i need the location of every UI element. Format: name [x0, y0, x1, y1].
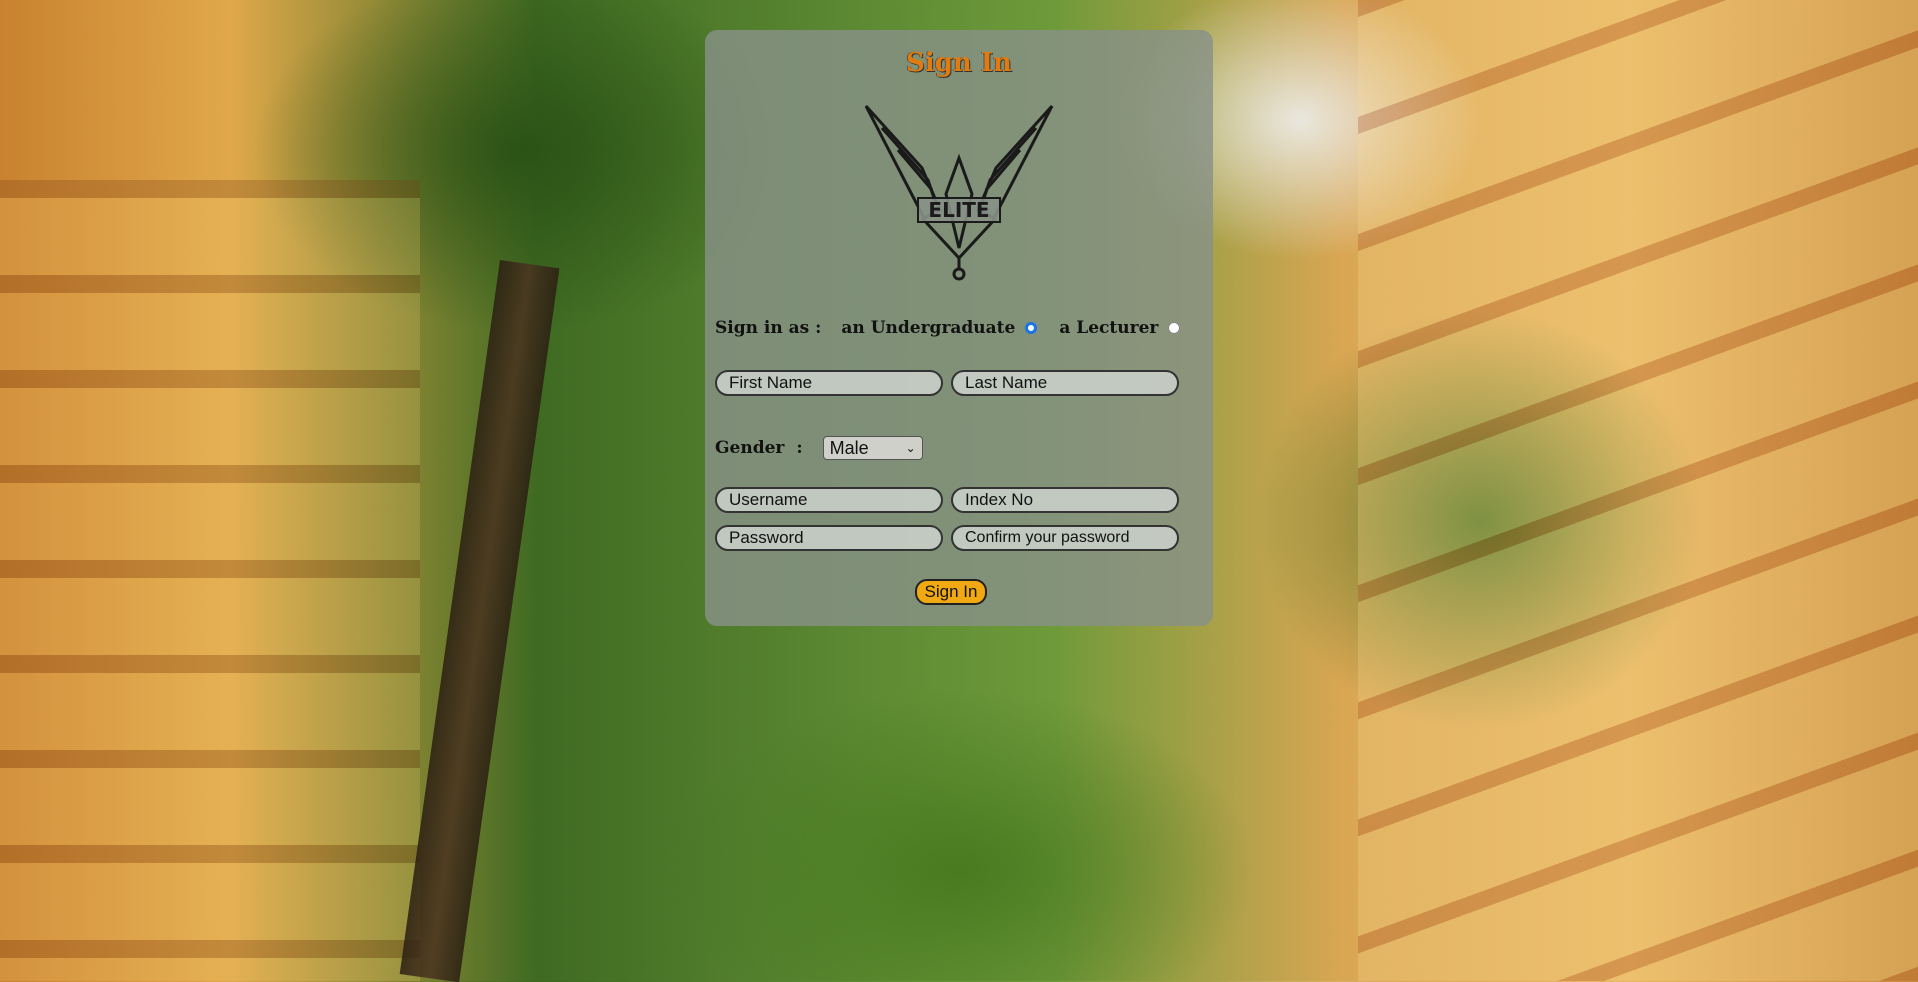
gender-colon: :	[796, 438, 803, 458]
last-name-input[interactable]: Last Name	[951, 370, 1179, 396]
role-option-undergraduate[interactable]: an Undergraduate	[841, 318, 1038, 338]
logo-text: ELITE	[928, 198, 989, 222]
sign-in-card: Sign In ELITE Sign in as : an Undergradu…	[705, 30, 1213, 626]
role-label-lecturer: a Lecturer	[1059, 318, 1159, 338]
gender-row: Gender : Male ⌄	[715, 436, 923, 460]
page-title: Sign In	[906, 48, 1012, 78]
confirm-password-input[interactable]: Confirm your password	[951, 525, 1179, 551]
role-option-lecturer[interactable]: a Lecturer	[1059, 318, 1181, 338]
sign-in-as-row: Sign in as : an Undergraduate a Lecturer	[715, 318, 1202, 338]
elite-logo: ELITE	[864, 104, 1054, 281]
role-label-undergraduate: an Undergraduate	[841, 318, 1016, 338]
index-no-input[interactable]: Index No	[951, 487, 1179, 513]
username-input[interactable]: Username	[715, 487, 943, 513]
gender-select[interactable]: Male ⌄	[822, 436, 923, 460]
first-name-input[interactable]: First Name	[715, 370, 943, 396]
radio-lecturer[interactable]	[1168, 322, 1181, 334]
gender-selected-value: Male	[829, 437, 869, 458]
chevron-down-icon: ⌄	[905, 441, 916, 455]
background-tree	[399, 260, 560, 982]
password-input[interactable]: Password	[715, 525, 943, 551]
background-building-left	[0, 180, 420, 981]
sign-in-button[interactable]: Sign In	[915, 579, 987, 605]
radio-undergraduate[interactable]	[1025, 322, 1038, 334]
sign-in-as-label: Sign in as :	[715, 318, 822, 338]
background-building-right	[1358, 0, 1918, 981]
gender-label: Gender	[715, 438, 785, 458]
